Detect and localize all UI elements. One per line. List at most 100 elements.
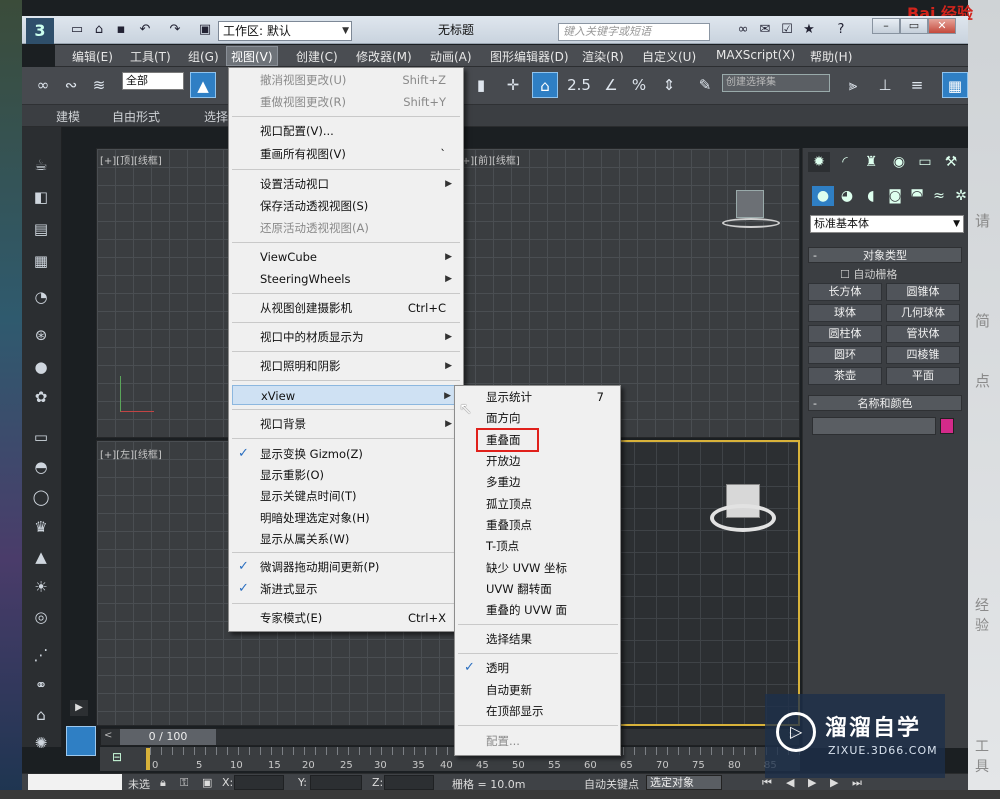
x-coord-field[interactable] xyxy=(234,775,284,790)
pyramid-button[interactable]: 四棱锥 xyxy=(886,346,960,364)
unlink-icon[interactable]: ∾ xyxy=(58,72,84,98)
new-file-icon[interactable]: ▭ xyxy=(68,22,86,38)
binoculars-icon[interactable]: ∞ xyxy=(734,22,752,38)
chevron-left-icon[interactable]: < xyxy=(104,730,112,741)
menu-item-shade-selected[interactable]: 明暗处理选定对象(H) xyxy=(232,508,460,528)
help-icon[interactable]: ? xyxy=(832,22,850,38)
material-editor-icon[interactable]: ◧ xyxy=(28,186,54,208)
geosphere-button[interactable]: 几何球体 xyxy=(886,304,960,322)
name-color-rollout[interactable]: - 名称和颜色 xyxy=(808,395,962,411)
menu-item-steeringwheels[interactable]: SteeringWheels ▶ xyxy=(232,269,460,289)
y-coord-field[interactable] xyxy=(310,775,362,790)
document-icon[interactable]: ▤ xyxy=(28,218,54,240)
lock-icon[interactable]: 🔒︎ xyxy=(160,776,166,790)
select-object-icon[interactable]: ▲ xyxy=(190,72,216,98)
viewport-front-label[interactable]: [+][前][线框] xyxy=(458,152,520,167)
menu-item-viewport-config[interactable]: 视口配置(V)... xyxy=(232,121,460,141)
hierarchy-tab-icon[interactable]: ♜ xyxy=(860,152,882,172)
viewport-top-label[interactable]: [+][顶][线框] xyxy=(100,152,162,167)
ring-icon[interactable]: ◯ xyxy=(28,486,54,508)
menu-animation[interactable]: 动画(A) xyxy=(430,48,472,65)
category-dropdown[interactable]: 标准基本体 ▼ xyxy=(810,215,964,233)
menu-help[interactable]: 帮助(H) xyxy=(810,48,852,65)
menu-item-show-key-times[interactable]: 显示关键点时间(T) xyxy=(232,486,460,506)
absolute-mode-icon[interactable]: ▣ xyxy=(202,776,212,789)
object-name-field[interactable] xyxy=(812,417,936,435)
mesh-icon[interactable]: ⋰ xyxy=(28,644,54,666)
time-marker[interactable] xyxy=(146,748,150,770)
submenu-item-see-through[interactable]: ✓ 透明 xyxy=(458,658,618,678)
submenu-item-configure[interactable]: 配置... xyxy=(458,731,618,751)
submenu-item-display-on-top[interactable]: 在顶部显示 xyxy=(458,701,618,721)
cameras-icon[interactable]: ◙ xyxy=(884,186,906,206)
selection-filter-dropdown[interactable]: 全部 xyxy=(122,72,184,90)
menu-tools[interactable]: 工具(T) xyxy=(130,48,171,65)
shapes-icon[interactable]: ◕ xyxy=(836,186,858,206)
torus-icon[interactable]: ◎ xyxy=(28,606,54,628)
minimize-button[interactable]: – xyxy=(872,18,900,34)
grid-tool-icon[interactable]: ▦ xyxy=(28,250,54,272)
submenu-item-overlapping-vertices[interactable]: 重叠顶点 xyxy=(458,515,618,535)
go-to-end-icon[interactable]: ⏭ xyxy=(852,776,862,790)
time-slider[interactable]: 0 / 100 xyxy=(120,729,216,745)
submenu-item-show-statistics[interactable]: 显示统计 7 xyxy=(458,387,618,407)
globe-icon[interactable]: ✺ xyxy=(28,732,54,754)
submenu-item-flipped-uvw[interactable]: UVW 翻转面 xyxy=(458,579,618,599)
lights-icon[interactable]: ◖ xyxy=(860,186,882,206)
submenu-item-overlapped-uvw[interactable]: 重叠的 UVW 面 xyxy=(458,600,618,620)
spinner-snap-icon[interactable]: ⇕ xyxy=(656,72,682,98)
viewport-layout-icon[interactable] xyxy=(66,726,96,756)
submenu-item-t-vertices[interactable]: T-顶点 xyxy=(458,536,618,556)
menu-item-viewcube[interactable]: ViewCube ▶ xyxy=(232,247,460,267)
teapot-button[interactable]: 茶壶 xyxy=(808,367,882,385)
save-icon[interactable]: ▪ xyxy=(112,22,130,38)
maximize-button[interactable]: ▭ xyxy=(900,18,928,34)
bind-space-warp-icon[interactable]: ≋ xyxy=(86,72,112,98)
systems-icon[interactable]: ✲ xyxy=(950,186,972,206)
key-filter-dropdown[interactable]: 选定对象 xyxy=(646,775,722,790)
search-input[interactable]: 键入关键字或短语 xyxy=(558,23,710,41)
viewport-left-label[interactable]: [+][左][线框] xyxy=(100,446,162,461)
menu-edit[interactable]: 编辑(E) xyxy=(72,48,113,65)
helpers-icon[interactable]: ◚ xyxy=(906,186,928,206)
object-type-rollout[interactable]: - 对象类型 xyxy=(808,247,962,263)
menu-view[interactable]: 视图(V) xyxy=(226,46,278,66)
menu-item-show-dependencies[interactable]: 显示从属关系(W) xyxy=(232,529,460,549)
submenu-item-open-edges[interactable]: 开放边 xyxy=(458,451,618,471)
subscription-icon[interactable]: ✉ xyxy=(756,22,774,38)
go-to-start-icon[interactable]: ⏮ xyxy=(762,776,772,790)
submenu-item-face-orientation[interactable]: 面方向 xyxy=(458,408,618,428)
geometry-icon[interactable]: ● xyxy=(812,186,834,206)
menu-item-undo-view[interactable]: 撤消视图更改(U) Shift+Z xyxy=(232,70,460,90)
align-icon[interactable]: ⊥ xyxy=(872,72,898,98)
sphere-button[interactable]: 球体 xyxy=(808,304,882,322)
submenu-item-multiple-edges[interactable]: 多重边 xyxy=(458,472,618,492)
cone-icon[interactable]: ▲ xyxy=(28,546,54,568)
undo-icon[interactable]: ↶ xyxy=(136,22,154,38)
crown-icon[interactable]: ♛ xyxy=(28,516,54,538)
workspace-dropdown[interactable]: 工作区: 默认 ▼ xyxy=(218,21,352,41)
play-icon[interactable]: ▶ xyxy=(70,700,88,716)
menu-graph-editors[interactable]: 图形编辑器(D) xyxy=(490,48,569,65)
layer-manager-icon[interactable]: ≡ xyxy=(904,72,930,98)
hemisphere-icon[interactable]: ◓ xyxy=(28,456,54,478)
viewcube-ring[interactable] xyxy=(722,218,780,228)
open-file-icon[interactable]: ⌂ xyxy=(90,22,108,38)
submenu-item-isolated-vertices[interactable]: 孤立顶点 xyxy=(458,494,618,514)
snap-toggle-icon[interactable]: 2.5 xyxy=(566,72,592,98)
lock-selection-icon[interactable]: ⚿ xyxy=(180,776,188,790)
graphite-tools-icon[interactable]: ▦ xyxy=(942,72,968,98)
menu-item-save-active-view[interactable]: 保存活动透视视图(S) xyxy=(232,196,460,216)
sun-icon[interactable]: ☀ xyxy=(28,576,54,598)
render-frame-icon[interactable]: ⊛ xyxy=(28,324,54,346)
maxscript-listener-field[interactable] xyxy=(28,774,122,790)
frame-icon[interactable]: ⌂ xyxy=(28,704,54,726)
project-folder-icon[interactable]: ▣ xyxy=(196,22,214,38)
teapot-icon[interactable]: ☕ xyxy=(28,154,54,176)
menu-item-create-camera[interactable]: 从视图创建摄影机 Ctrl+C xyxy=(232,298,460,318)
menu-rendering[interactable]: 渲染(R) xyxy=(582,48,624,65)
menu-item-lighting-shadows[interactable]: 视口照明和阴影 ▶ xyxy=(232,356,460,376)
box-icon[interactable]: ▭ xyxy=(28,426,54,448)
select-link-icon[interactable]: ∞ xyxy=(30,72,56,98)
modify-tab-icon[interactable]: ◜ xyxy=(834,152,856,172)
